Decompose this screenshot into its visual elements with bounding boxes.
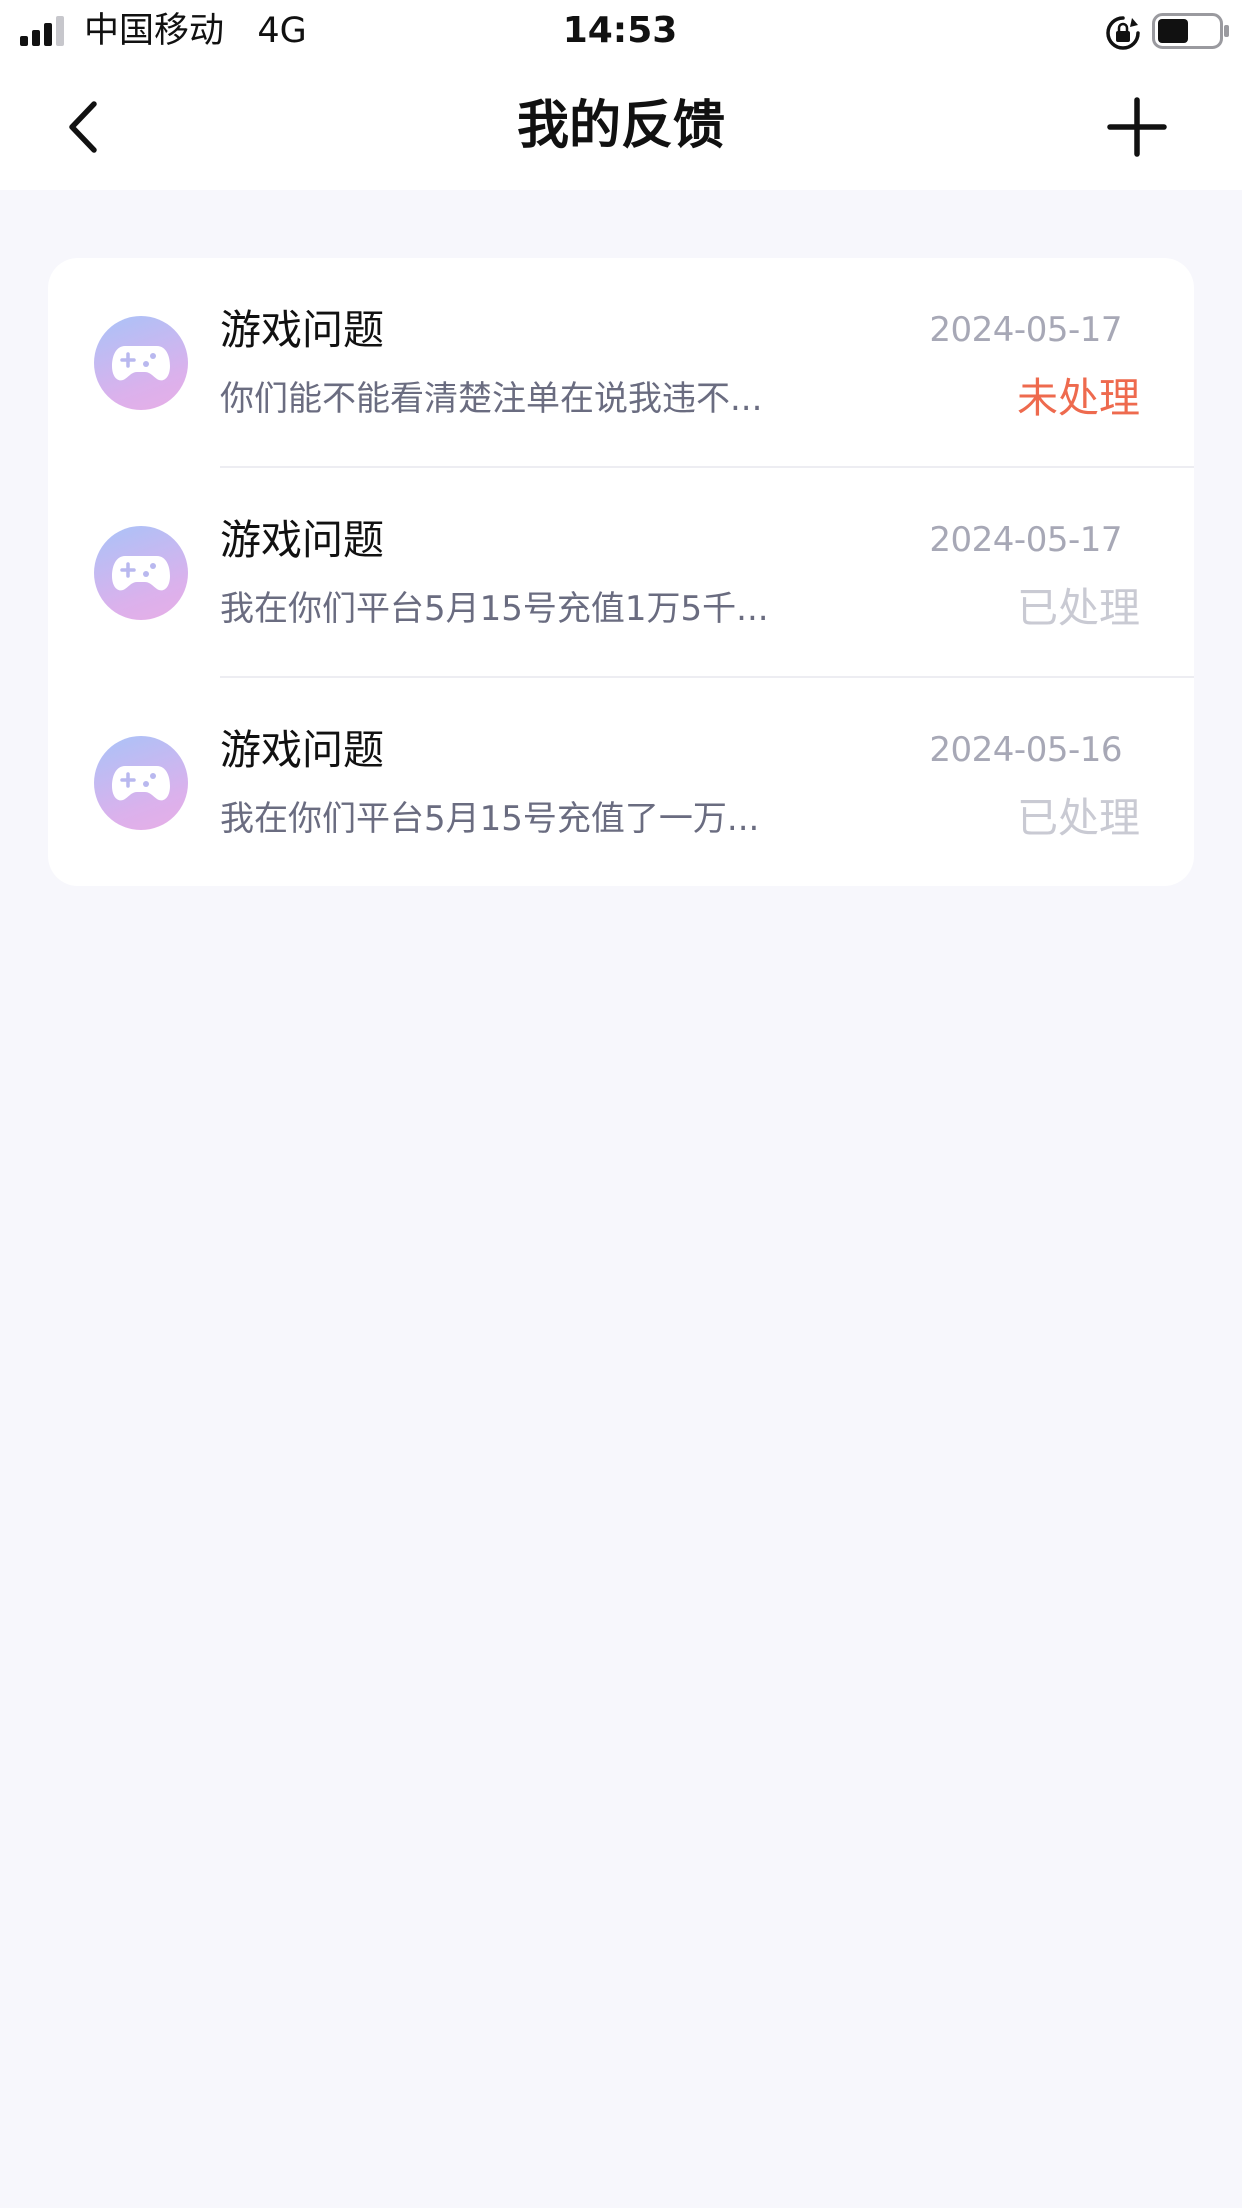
battery-icon	[1152, 13, 1229, 49]
feedback-date: 2024-05-17	[929, 520, 1122, 560]
feedback-title: 游戏问题	[220, 516, 384, 564]
feedback-item[interactable]: 游戏问题 2024-05-17 我在你们平台5月15号充值1万5千... 已处理	[48, 468, 1194, 678]
status-time: 14:53	[562, 10, 678, 51]
feedback-date: 2024-05-16	[929, 730, 1122, 770]
nav-bar: 我的反馈	[0, 64, 1242, 190]
feedback-title: 游戏问题	[220, 306, 384, 354]
status-badge: 已处理	[1017, 584, 1140, 632]
feedback-preview: 我在你们平台5月15号充值了一万...	[220, 799, 760, 839]
rotation-lock-icon	[1106, 16, 1140, 50]
chevron-left-icon	[69, 101, 97, 153]
page-title: 我的反馈	[516, 96, 725, 156]
carrier-name: 中国移动	[84, 11, 225, 51]
gamepad-icon	[94, 526, 188, 620]
status-badge: 已处理	[1017, 794, 1140, 842]
feedback-preview: 你们能不能看清楚注单在说我违不...	[220, 379, 763, 419]
signal-icon	[20, 16, 64, 46]
status-badge: 未处理	[1017, 374, 1140, 422]
add-feedback-button[interactable]	[1104, 94, 1170, 160]
feedback-date: 2024-05-17	[929, 310, 1122, 350]
plus-icon	[1107, 97, 1167, 157]
back-button[interactable]	[50, 94, 116, 160]
feedback-item[interactable]: 游戏问题 2024-05-16 我在你们平台5月15号充值了一万... 已处理	[48, 678, 1194, 886]
feedback-list: 游戏问题 2024-05-17 你们能不能看清楚注单在说我违不... 未处理 游…	[48, 258, 1194, 886]
gamepad-icon	[94, 316, 188, 410]
status-bar: 中国移动 4G 14:53	[0, 0, 1242, 64]
network-type: 4G	[257, 11, 307, 51]
gamepad-icon	[94, 736, 188, 830]
feedback-title: 游戏问题	[220, 726, 384, 774]
feedback-item[interactable]: 游戏问题 2024-05-17 你们能不能看清楚注单在说我违不... 未处理	[48, 258, 1194, 468]
feedback-preview: 我在你们平台5月15号充值1万5千...	[220, 589, 769, 629]
carrier-label: 中国移动 4G	[84, 8, 307, 54]
